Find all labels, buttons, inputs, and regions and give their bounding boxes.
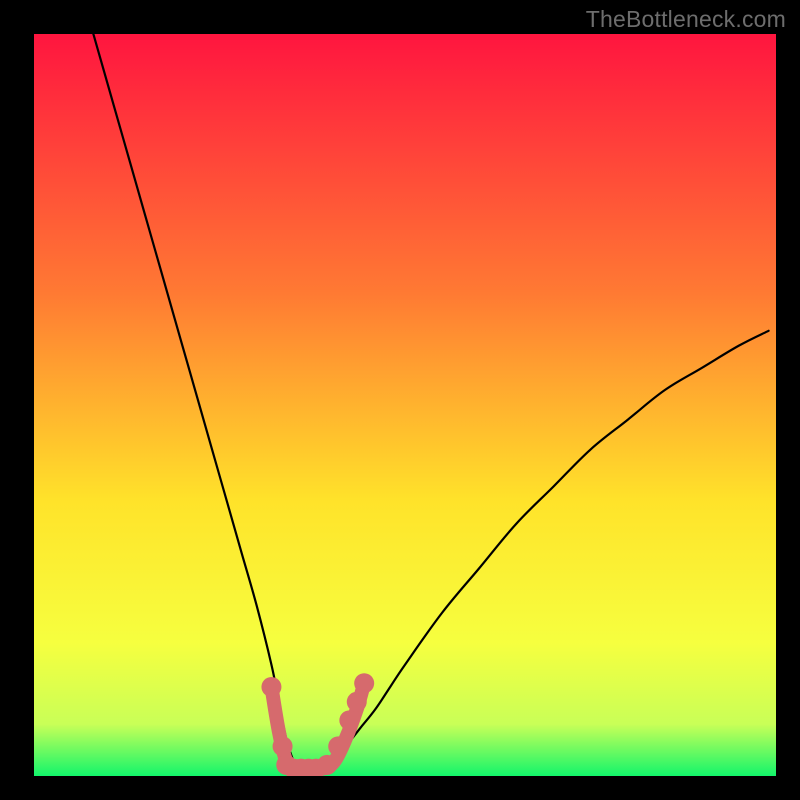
data-marker [347, 692, 367, 712]
data-marker [328, 736, 348, 756]
data-marker [273, 736, 293, 756]
plot-area [34, 34, 776, 776]
data-marker [261, 677, 281, 697]
bottleneck-chart [34, 34, 776, 776]
data-marker [339, 710, 359, 730]
data-marker [354, 673, 374, 693]
chart-frame: TheBottleneck.com [0, 0, 800, 800]
data-marker [317, 755, 337, 775]
watermark-text: TheBottleneck.com [586, 6, 786, 33]
